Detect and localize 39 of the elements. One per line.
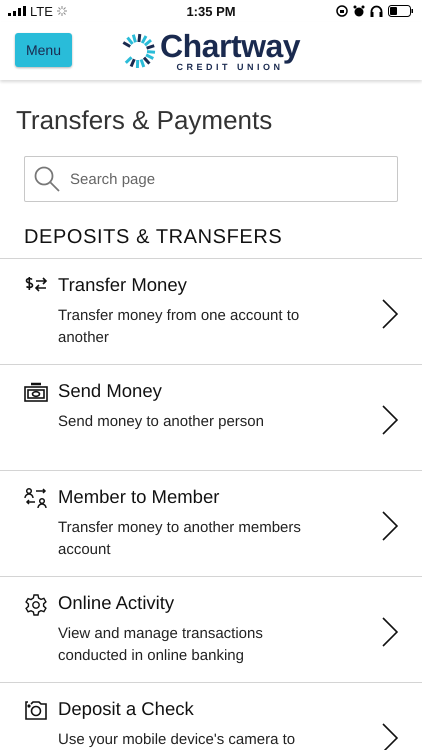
item-title: Online Activity — [58, 591, 176, 615]
chevron-right-icon — [382, 723, 398, 750]
status-time: 1:35 PM — [186, 4, 236, 18]
menu-item[interactable]: Transfer Money Transfer money from one account to another — [0, 259, 422, 364]
section-heading: DEPOSITS & TRANSFERS — [24, 225, 284, 250]
camera-icon — [24, 699, 48, 721]
rotation-lock-icon — [336, 5, 348, 17]
menu-item[interactable]: Send Money Send money to another person — [0, 365, 422, 470]
battery-icon — [388, 5, 414, 17]
item-title: Send Money — [58, 379, 163, 403]
item-description: Use your mobile device's camera to — [58, 730, 296, 750]
menu-button[interactable]: Menu — [15, 33, 72, 67]
people-exchange-icon — [24, 487, 48, 511]
settings-icon — [24, 593, 48, 617]
chevron-right-icon — [382, 405, 398, 435]
search-icon — [34, 166, 60, 192]
item-title: Transfer Money — [58, 273, 188, 297]
chevron-right-icon — [382, 617, 398, 647]
menu-item[interactable]: Deposit a Check Use your mobile device's camera to — [0, 683, 422, 750]
chevron-right-icon — [382, 511, 398, 541]
item-title: Deposit a Check — [58, 697, 195, 721]
item-description: Send money to another person — [58, 412, 265, 432]
menu-item[interactable]: Online Activity View and manage transactions conducted in online banking — [0, 577, 422, 682]
cash-icon — [24, 381, 48, 403]
headphones-icon — [370, 5, 384, 17]
item-description: View and manage transactions conducted in online banking — [58, 624, 264, 666]
page-title: Transfers & Payments — [16, 104, 274, 136]
loading-icon — [56, 6, 67, 16]
signal-icon — [8, 6, 26, 16]
item-description: Transfer money to another members account — [58, 518, 302, 560]
chevron-right-icon — [382, 299, 398, 329]
item-title: Member to Member — [58, 485, 220, 509]
alarm-icon — [353, 5, 366, 17]
carrier-label: LTE — [30, 4, 53, 18]
item-description: Transfer money from one account to another — [58, 306, 300, 348]
search-field[interactable]: Search page — [24, 156, 398, 202]
menu-item[interactable]: Member to Member Transfer money to another members account — [0, 471, 422, 576]
logo-tagline: CREDIT UNION — [176, 63, 284, 72]
logo-name: Chartway — [160, 30, 300, 62]
